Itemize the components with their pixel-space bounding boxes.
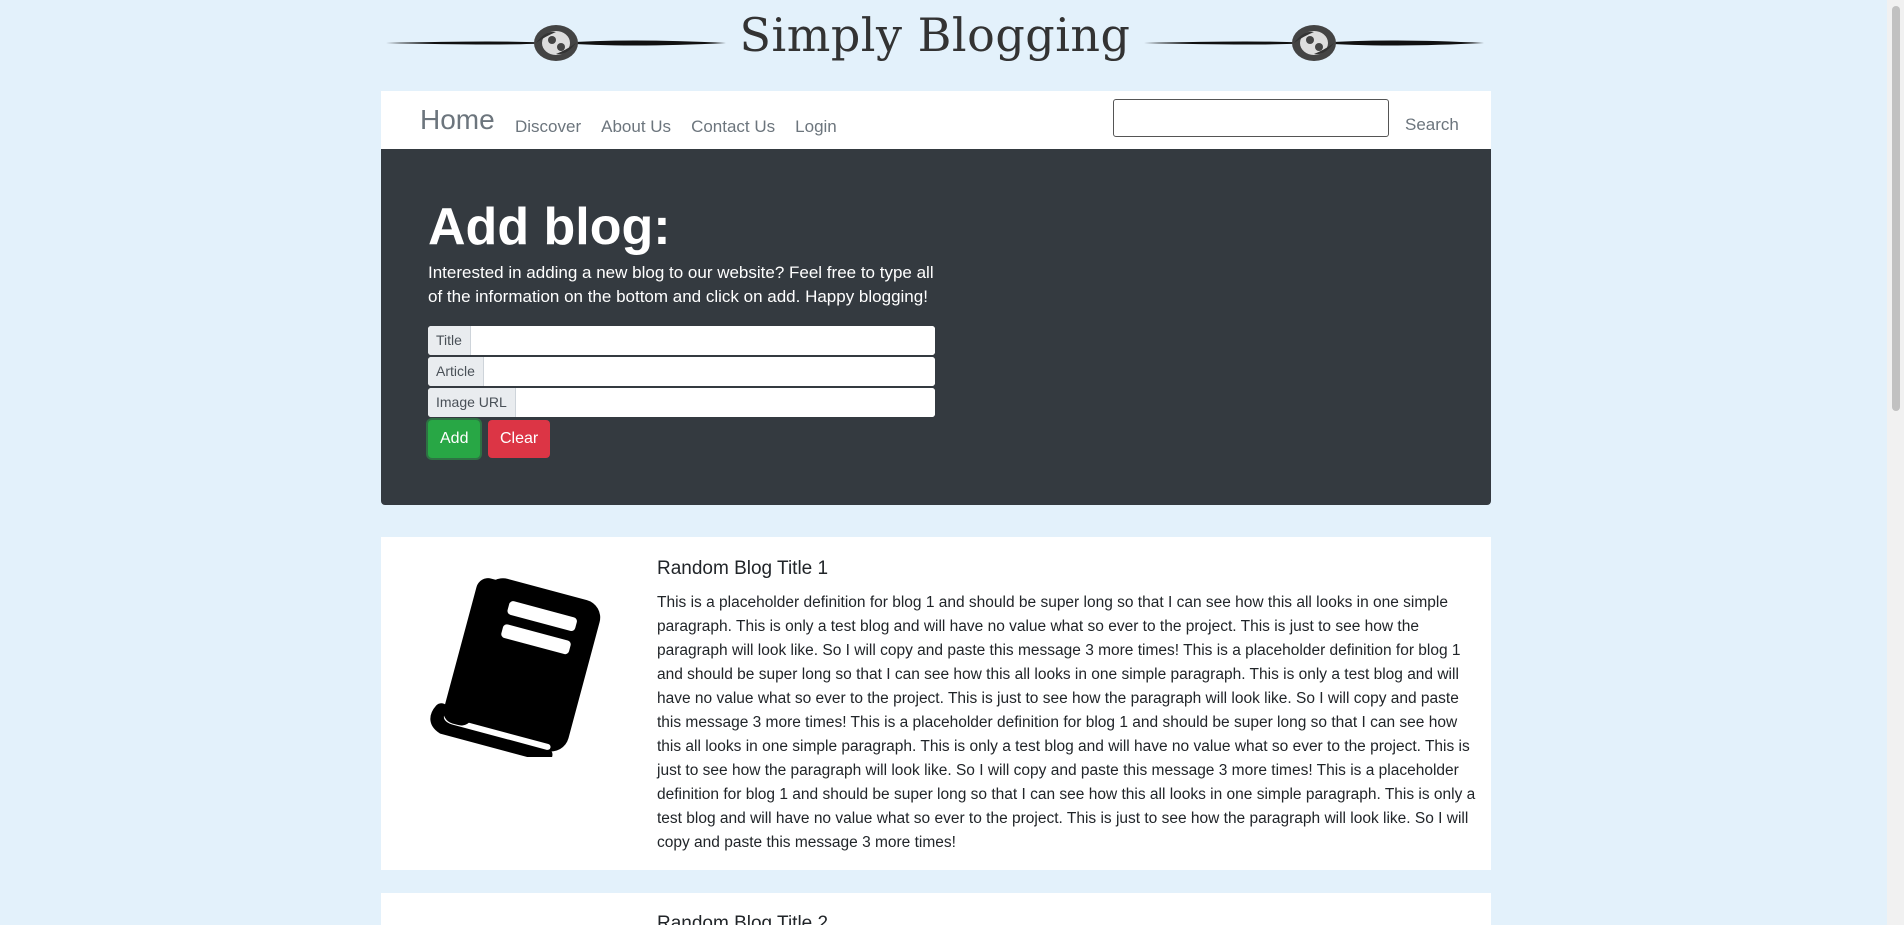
title-field[interactable] [470,326,935,355]
scrollbar[interactable] [1887,0,1904,925]
scrollbar-thumb[interactable] [1892,6,1900,411]
title-field-label: Title [428,326,471,355]
blog-card: Random Blog Title 2 [381,893,1491,925]
site-header: Simply Blogging [380,0,1490,88]
nav-link-contact-us[interactable]: Contact Us [691,117,775,137]
add-blog-heading: Add blog: [428,198,671,256]
ornament-right-icon [1144,25,1484,61]
blog-body: This is a placeholder definition for blo… [657,594,1476,851]
blog-card: Random Blog Title 1 This is a placeholde… [381,537,1491,870]
image-url-input-group: Image URL [428,388,935,417]
blog-title[interactable]: Random Blog Title 2 [657,913,828,925]
nav-link-login[interactable]: Login [795,117,837,137]
nav-home-link[interactable]: Home [420,104,495,136]
navbar: Home Discover About Us Contact Us Login … [381,91,1491,149]
article-field-label: Article [428,357,484,386]
add-blog-description: Interested in adding a new blog to our w… [428,263,934,306]
search-button[interactable]: Search [1405,115,1459,135]
nav-link-discover[interactable]: Discover [515,117,581,137]
page: Simply Blogging Home Discover About Us C… [0,0,1904,925]
search-input[interactable] [1113,99,1389,137]
book-icon [430,578,601,757]
article-field[interactable] [483,357,935,386]
image-url-field[interactable] [515,388,935,417]
nav-links: Discover About Us Contact Us Login [515,117,857,137]
article-input-group: Article [428,357,935,386]
add-blog-panel: Add blog: Interested in adding a new blo… [381,149,1491,505]
blog-title[interactable]: Random Blog Title 1 [657,558,828,580]
image-url-field-label: Image URL [428,388,516,417]
clear-button[interactable]: Clear [488,420,551,458]
nav-link-about-us[interactable]: About Us [601,117,671,137]
add-button[interactable]: Add [428,420,481,458]
title-input-group: Title [428,326,935,355]
